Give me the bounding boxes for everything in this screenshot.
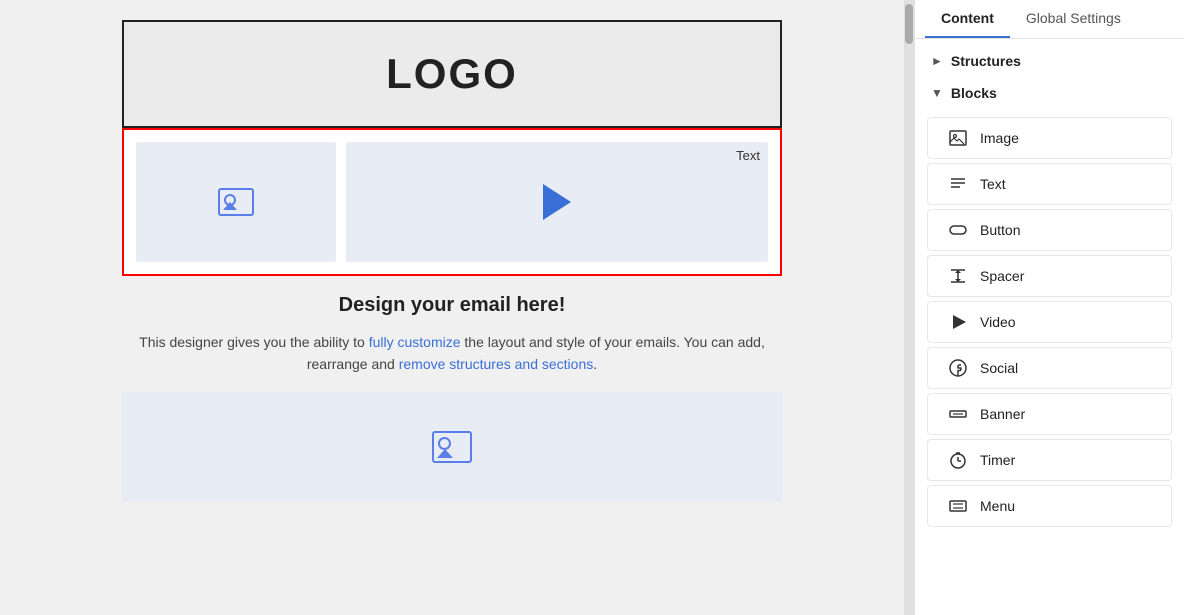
- text-block-icon: [948, 174, 968, 194]
- canvas-area: LOGO Text Design your email here! This d…: [0, 0, 904, 615]
- block-item-social[interactable]: Social: [927, 347, 1172, 389]
- block-label-video: Video: [980, 314, 1016, 330]
- bottom-image-icon: [432, 431, 472, 463]
- canvas-scroll-thumb[interactable]: [905, 4, 913, 44]
- chevron-down-icon: ▼: [931, 86, 943, 100]
- play-icon: [543, 184, 571, 220]
- design-heading: Design your email here!: [122, 294, 782, 317]
- tab-global-settings[interactable]: Global Settings: [1010, 0, 1137, 38]
- bottom-image-block[interactable]: [122, 392, 782, 502]
- design-description: This designer gives you the ability to f…: [122, 331, 782, 376]
- block-label-timer: Timer: [980, 452, 1015, 468]
- panel-tabs: Content Global Settings: [915, 0, 1184, 39]
- panel-content: ► Structures ▼ Blocks Image: [915, 39, 1184, 615]
- timer-block-icon: [948, 450, 968, 470]
- logo-text: LOGO: [152, 50, 752, 98]
- button-block-icon: [948, 220, 968, 240]
- structures-section-header[interactable]: ► Structures: [915, 45, 1184, 77]
- block-item-spacer[interactable]: Spacer: [927, 255, 1172, 297]
- blocks-label: Blocks: [951, 85, 997, 101]
- block-item-menu[interactable]: Menu: [927, 485, 1172, 527]
- spacer-block-icon: [948, 266, 968, 286]
- blocks-list: Image Text: [915, 109, 1184, 535]
- block-item-video[interactable]: Video: [927, 301, 1172, 343]
- block-label-image: Image: [980, 130, 1019, 146]
- image-icon: [218, 188, 254, 216]
- social-block-icon: [948, 358, 968, 378]
- block-label-banner: Banner: [980, 406, 1025, 422]
- chevron-right-icon: ►: [931, 54, 943, 68]
- video-placeholder: Text: [346, 142, 768, 262]
- block-item-text[interactable]: Text: [927, 163, 1172, 205]
- blocks-section-header[interactable]: ▼ Blocks: [915, 77, 1184, 109]
- highlight-customize: fully customize: [369, 334, 461, 350]
- structures-label: Structures: [951, 53, 1021, 69]
- block-item-image[interactable]: Image: [927, 117, 1172, 159]
- canvas-scrollbar[interactable]: [904, 0, 914, 615]
- block-item-timer[interactable]: Timer: [927, 439, 1172, 481]
- image-placeholder: [136, 142, 336, 262]
- right-panel: Content Global Settings ► Structures ▼ B…: [914, 0, 1184, 615]
- image-block-icon: [948, 128, 968, 148]
- content-block[interactable]: Text: [122, 128, 782, 276]
- logo-block[interactable]: LOGO: [122, 20, 782, 128]
- tab-content[interactable]: Content: [925, 0, 1010, 38]
- block-label-social: Social: [980, 360, 1018, 376]
- block-item-banner[interactable]: Banner: [927, 393, 1172, 435]
- block-label-spacer: Spacer: [980, 268, 1024, 284]
- video-block-icon: [948, 312, 968, 332]
- block-label-text: Text: [980, 176, 1006, 192]
- block-label-menu: Menu: [980, 498, 1015, 514]
- block-label-button: Button: [980, 222, 1020, 238]
- block-item-button[interactable]: Button: [927, 209, 1172, 251]
- banner-block-icon: [948, 404, 968, 424]
- menu-block-icon: [948, 496, 968, 516]
- video-text-label: Text: [736, 148, 760, 163]
- highlight-remove: remove structures and sections: [399, 356, 594, 372]
